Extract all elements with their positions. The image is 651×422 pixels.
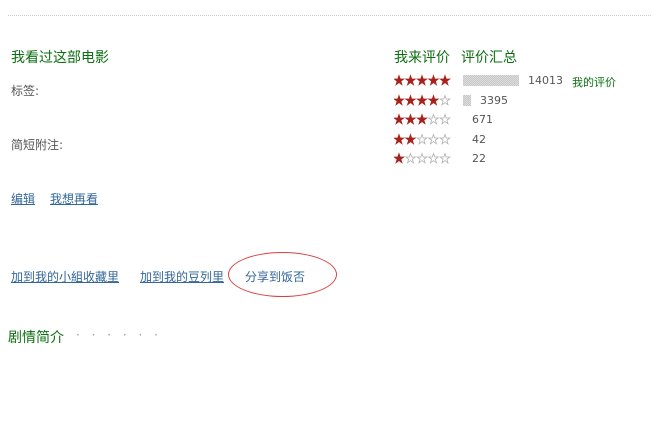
note-label: 简短附注:	[11, 138, 64, 152]
rating-count-3: 671	[472, 113, 493, 126]
star-icon	[416, 152, 428, 164]
my-rating-heading: 我来评价	[394, 50, 450, 66]
synopsis-heading: 剧情简介	[8, 330, 64, 346]
star-icon	[404, 152, 417, 164]
star-icon	[439, 132, 451, 145]
rating-summary-heading: 评价汇总	[461, 50, 517, 66]
star-icon	[394, 93, 405, 106]
star-icon	[427, 74, 440, 86]
rating-stars-4	[394, 93, 456, 106]
add-to-doulist-link[interactable]: 加到我的豆列里	[140, 268, 224, 285]
want-rewatch-link[interactable]: 我想再看	[50, 190, 98, 207]
rating-stars-3	[394, 113, 456, 125]
star-icon	[394, 74, 405, 86]
rating-bar-5	[463, 75, 519, 86]
rating-count-5: 14013	[528, 74, 563, 87]
star-icon	[416, 74, 428, 86]
star-icon	[416, 132, 428, 145]
watched-heading: 我看过这部电影	[11, 50, 109, 66]
rating-count-2: 42	[472, 132, 486, 146]
star-icon	[439, 152, 451, 164]
star-icon	[394, 132, 405, 145]
star-icon	[404, 113, 417, 125]
star-icon	[416, 113, 428, 125]
star-icon	[439, 74, 451, 86]
star-icon	[416, 93, 428, 106]
star-icon	[404, 93, 417, 106]
star-icon	[439, 113, 451, 125]
rating-count-4: 3395	[480, 93, 508, 107]
star-icon	[404, 132, 417, 145]
rating-stars-5	[394, 74, 456, 86]
star-icon	[427, 152, 440, 164]
tags-label: 标签:	[11, 84, 40, 98]
star-icon	[427, 93, 440, 106]
star-icon	[427, 132, 440, 145]
my-comment-link[interactable]: 我的评价	[572, 74, 616, 90]
star-icon	[427, 113, 440, 125]
rating-stars-2	[394, 132, 456, 145]
rating-count-1: 22	[472, 152, 486, 165]
edit-link[interactable]: 编辑	[11, 190, 35, 207]
star-icon	[439, 93, 451, 106]
top-divider	[8, 15, 651, 16]
star-icon	[394, 152, 405, 164]
rating-stars-1	[394, 152, 456, 164]
star-icon	[404, 74, 417, 86]
share-to-fanfou-link[interactable]: 分享到饭否	[245, 268, 305, 285]
rating-bar-4	[463, 94, 471, 106]
star-icon	[394, 113, 405, 125]
add-to-group-collection-link[interactable]: 加到我的小組收藏里	[11, 268, 119, 285]
synopsis-dots: · · · · · ·	[76, 328, 162, 342]
